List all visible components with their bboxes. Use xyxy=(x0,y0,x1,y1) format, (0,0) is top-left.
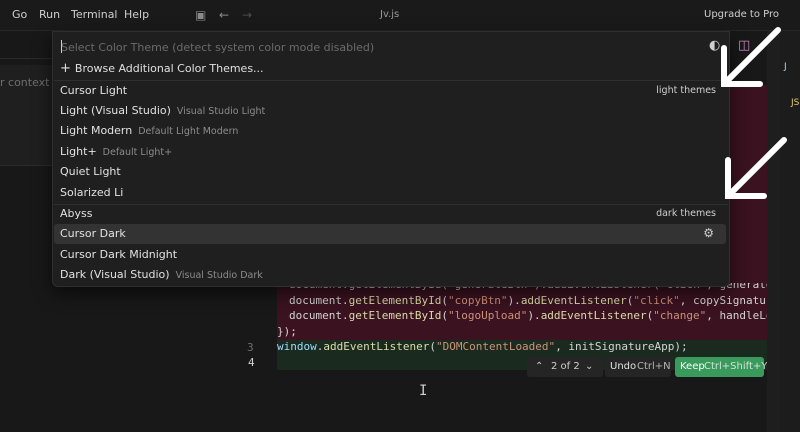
arrow-icon xyxy=(721,27,781,87)
annotation-arrows xyxy=(721,27,787,199)
arrow-icon xyxy=(725,137,787,199)
